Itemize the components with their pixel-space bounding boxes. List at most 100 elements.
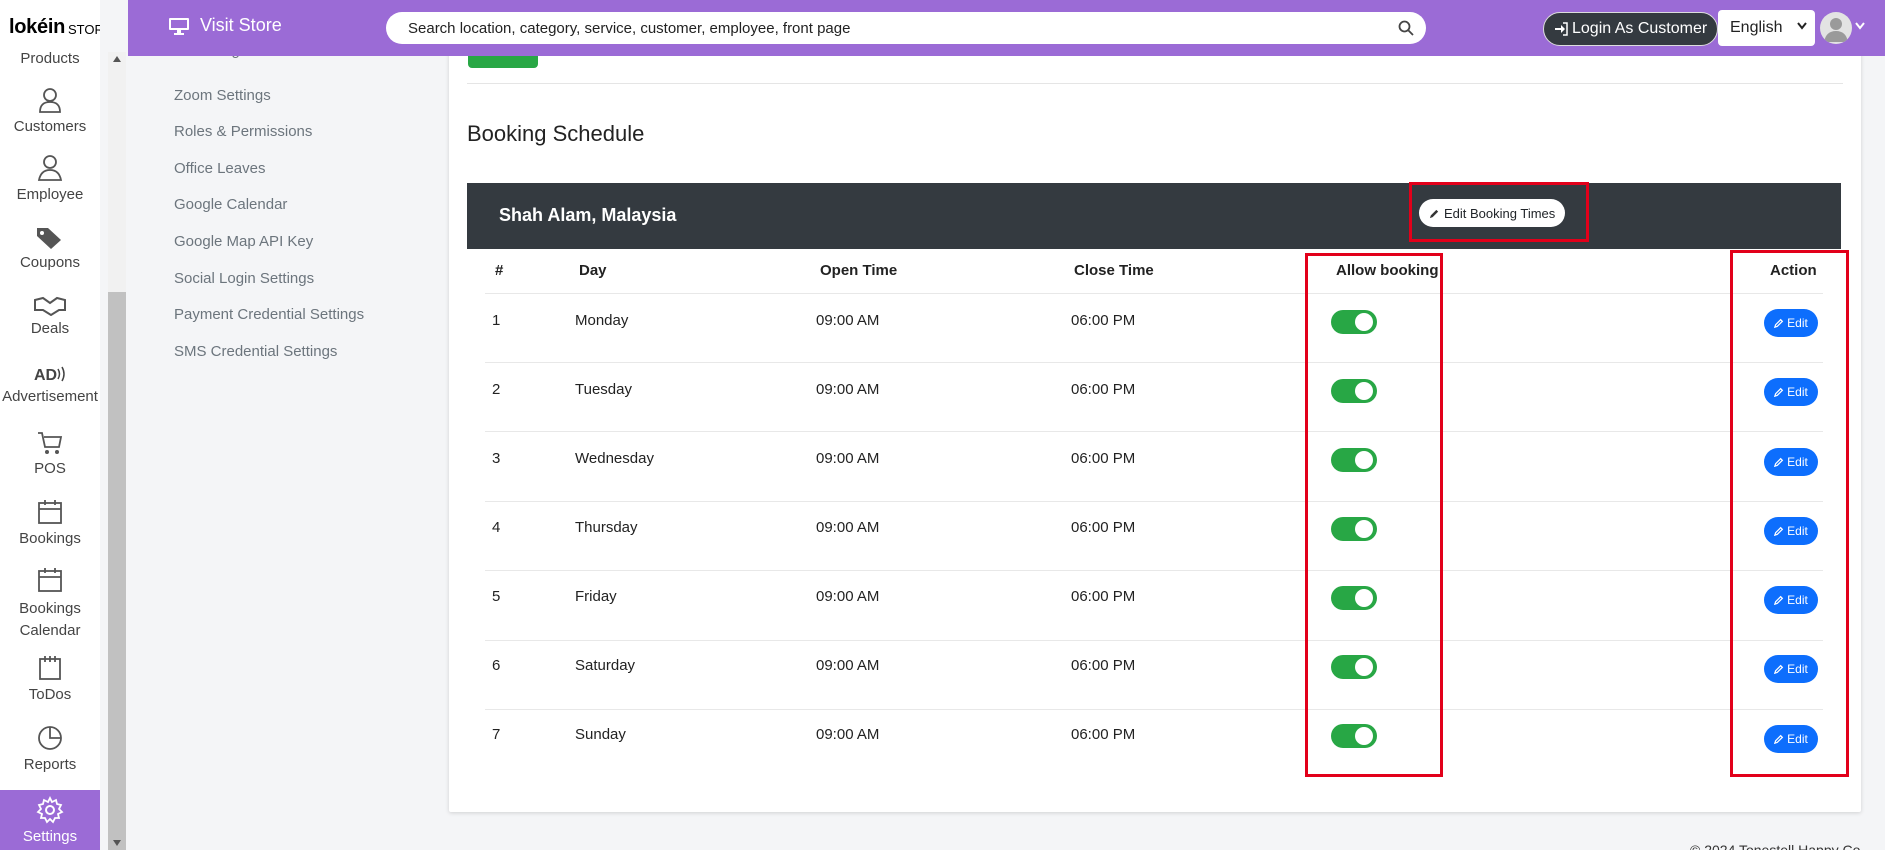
row-num: 7	[492, 726, 501, 743]
language-value: English	[1730, 19, 1783, 36]
subnav-google-calendar[interactable]: Google Calendar	[174, 196, 287, 213]
pie-chart-icon	[38, 726, 62, 750]
row-num: 3	[492, 450, 501, 467]
sidebar-item-label: Settings	[22, 828, 78, 845]
row-open-time: 09:00 AM	[816, 450, 880, 467]
row-open-time: 09:00 AM	[816, 519, 880, 536]
footer-copyright: © 2024 Tonestell Happy Co	[1690, 842, 1861, 850]
login-as-customer-button[interactable]: Login As Customer	[1543, 12, 1719, 46]
row-open-time: 09:00 AM	[816, 657, 880, 674]
sidebar-item-label: Employee	[16, 186, 84, 203]
row-day: Friday	[575, 588, 617, 605]
save-button[interactable]	[468, 54, 538, 68]
sidebar-item-label: Deals	[30, 320, 70, 337]
row-close-time: 06:00 PM	[1071, 519, 1136, 536]
language-select[interactable]: English	[1718, 10, 1815, 46]
sign-in-icon	[1555, 22, 1568, 36]
sidebar-item-label: Reports	[23, 756, 77, 773]
row-close-time: 06:00 PM	[1071, 312, 1136, 329]
monitor-icon	[169, 17, 189, 35]
subnav-sms-credential-settings[interactable]: SMS Credential Settings	[174, 343, 337, 360]
row-open-time: 09:00 AM	[816, 588, 880, 605]
row-num: 6	[492, 657, 501, 674]
page-title: Booking Schedule	[467, 121, 645, 146]
scroll-down-icon[interactable]	[113, 840, 121, 846]
subnav-social-login-settings[interactable]: Social Login Settings	[174, 270, 314, 287]
chevron-down-icon	[1797, 22, 1807, 30]
sidebar-item-products[interactable]: Products	[0, 50, 100, 67]
row-divider	[485, 570, 1823, 571]
row-open-time: 09:00 AM	[816, 312, 880, 329]
calendar-icon	[38, 500, 62, 524]
sidebar-item-label: ToDos	[28, 686, 72, 703]
scroll-up-icon[interactable]	[113, 56, 121, 62]
row-divider	[485, 362, 1823, 363]
employee-icon	[37, 155, 63, 181]
sidebar-item-bookings[interactable]: Bookings	[0, 498, 100, 547]
row-open-time: 09:00 AM	[816, 381, 880, 398]
search-bar	[386, 12, 1426, 44]
row-day: Saturday	[575, 657, 636, 674]
top-navbar: Visit Store Login As Customer English	[128, 0, 1885, 56]
subnav-google-map-api-key[interactable]: Google Map API Key	[174, 233, 313, 250]
row-day: Wednesday	[575, 450, 654, 467]
row-divider	[485, 709, 1823, 710]
sidebar-item-todos[interactable]: ToDos	[0, 654, 100, 703]
sidebar-item-employee[interactable]: Employee	[0, 154, 100, 203]
tags-icon	[37, 228, 61, 249]
scrollbar-thumb[interactable]	[108, 292, 126, 850]
sidebar-item-label: Coupons	[19, 254, 81, 271]
sidebar-item-coupons[interactable]: Coupons	[0, 226, 100, 271]
column-header-close-time: Close Time	[1074, 262, 1154, 279]
icon-sidebar: lokéin STORE Products Customers Employee…	[0, 0, 100, 850]
user-icon	[39, 88, 61, 113]
search-input[interactable]	[386, 12, 1366, 44]
location-name: Shah Alam, Malaysia	[499, 205, 677, 225]
sidebar-item-deals[interactable]: Deals	[0, 294, 100, 337]
chevron-down-icon[interactable]	[1855, 22, 1865, 30]
subnav-office-leaves[interactable]: Office Leaves	[174, 160, 265, 177]
ad-icon: AD	[34, 366, 65, 384]
brand-logo[interactable]: lokéin STORE	[0, 0, 100, 55]
row-num: 4	[492, 519, 501, 536]
divider	[467, 83, 1843, 84]
location-header: Shah Alam, Malaysia Edit Booking Times	[467, 183, 1841, 249]
subnav-roles-permissions[interactable]: Roles & Permissions	[174, 123, 312, 140]
subnav-zoom-settings[interactable]: Zoom Settings	[174, 87, 271, 104]
sidebar-item-reports[interactable]: Reports	[0, 724, 100, 773]
sidebar-item-customers[interactable]: Customers	[0, 86, 100, 135]
todo-icon	[39, 656, 61, 680]
cart-icon	[38, 432, 63, 454]
booking-schedule-card	[449, 40, 1861, 812]
column-header-day: Day	[579, 262, 607, 279]
visit-store-label: Visit Store	[200, 15, 282, 35]
search-icon[interactable]	[1398, 20, 1414, 36]
row-divider	[485, 293, 1823, 294]
subnav-payment-credential-settings[interactable]: Payment Credential Settings	[174, 306, 364, 323]
row-day: Sunday	[575, 726, 626, 743]
row-close-time: 06:00 PM	[1071, 657, 1136, 674]
row-day: Tuesday	[575, 381, 632, 398]
row-day: Thursday	[575, 519, 638, 536]
sidebar-item-advertisement[interactable]: AD Advertisement	[0, 364, 100, 405]
row-divider	[485, 501, 1823, 502]
highlight-allow-booking-column	[1305, 253, 1443, 777]
sidebar-item-label: Bookings Calendar	[19, 600, 81, 639]
login-as-customer-label: Login As Customer	[1572, 20, 1708, 37]
sidebar-item-label: Bookings	[19, 530, 81, 547]
row-day: Monday	[575, 312, 629, 329]
handshake-icon	[34, 296, 66, 316]
row-num: 1	[492, 312, 501, 329]
sidebar-item-settings[interactable]: Settings	[0, 790, 100, 850]
visit-store-link[interactable]: Visit Store	[168, 15, 282, 36]
avatar[interactable]	[1820, 12, 1852, 44]
row-divider	[485, 640, 1823, 641]
user-avatar-icon	[1824, 18, 1848, 42]
sidebar-item-pos[interactable]: POS	[0, 430, 100, 477]
sidebar-item-bookings-calendar[interactable]: Bookings Calendar	[0, 566, 100, 642]
sidebar-item-label: POS	[34, 460, 66, 477]
highlight-edit-booking-times	[1409, 182, 1589, 242]
highlight-action-column	[1730, 250, 1849, 777]
column-header-open-time: Open Time	[820, 262, 898, 279]
sidebar-scrollbar[interactable]	[108, 52, 126, 850]
